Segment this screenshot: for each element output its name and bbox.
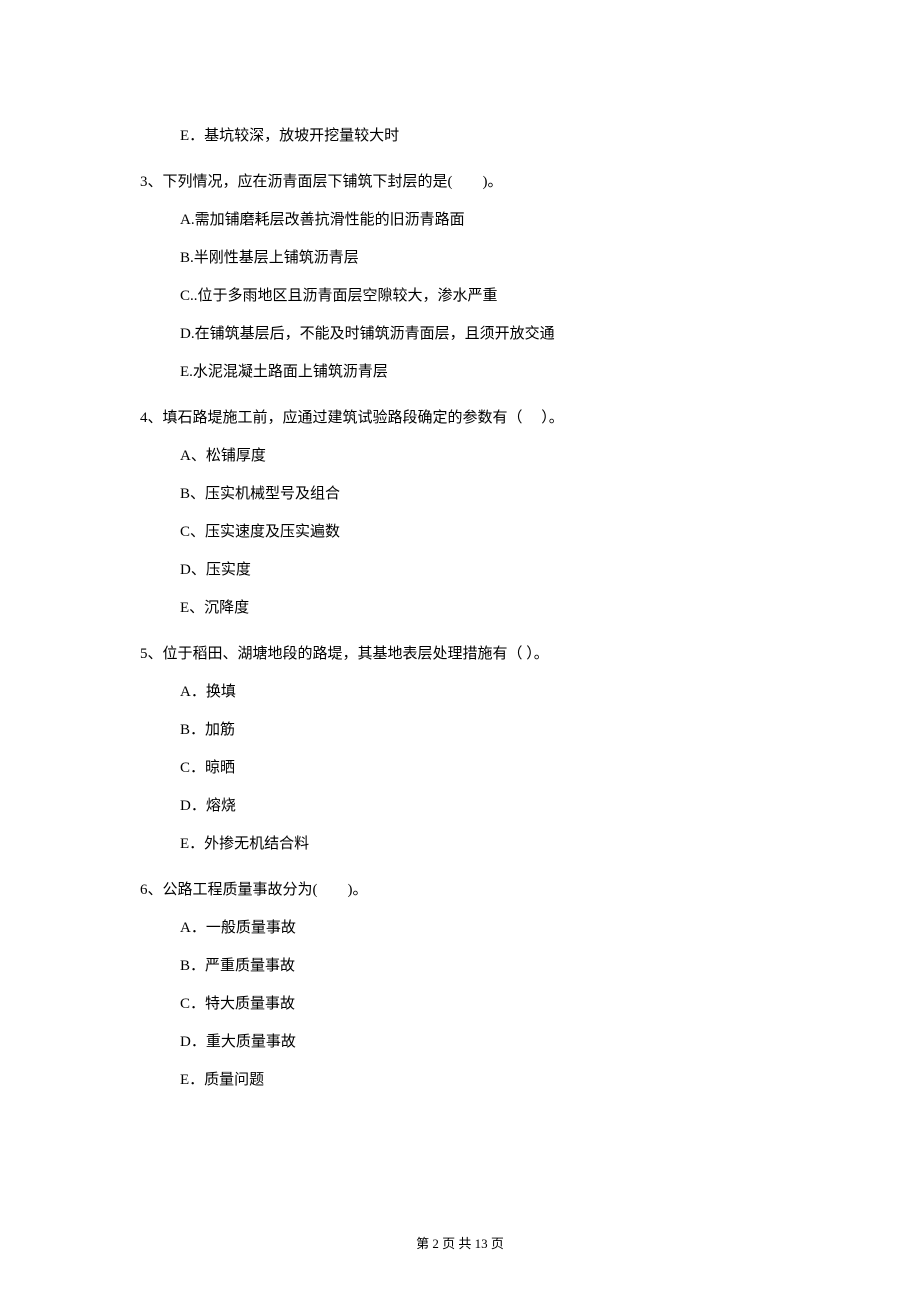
question-option: E．质量问题 <box>180 1068 780 1092</box>
page-content: E．基坑较深，放坡开挖量较大时 3、下列情况，应在沥青面层下铺筑下封层的是( )… <box>0 0 920 1166</box>
orphan-option: E．基坑较深，放坡开挖量较大时 <box>180 124 780 148</box>
question-option: C．特大质量事故 <box>180 992 780 1016</box>
question-option: A.需加铺磨耗层改善抗滑性能的旧沥青路面 <box>180 208 780 232</box>
question-stem: 5、位于稻田、湖塘地段的路堤，其基地表层处理措施有（ ）。 <box>140 642 780 666</box>
question-option: A、松铺厚度 <box>180 444 780 468</box>
question-stem: 3、下列情况，应在沥青面层下铺筑下封层的是( )。 <box>140 170 780 194</box>
page-footer: 第 2 页 共 13 页 <box>0 1233 920 1252</box>
question-option: B.半刚性基层上铺筑沥青层 <box>180 246 780 270</box>
question-option: E.水泥混凝土路面上铺筑沥青层 <box>180 360 780 384</box>
question-stem: 4、填石路堤施工前，应通过建筑试验路段确定的参数有（ ）。 <box>140 406 780 430</box>
question-option: B．加筋 <box>180 718 780 742</box>
question-option: D、压实度 <box>180 558 780 582</box>
question-option: D.在铺筑基层后，不能及时铺筑沥青面层，且须开放交通 <box>180 322 780 346</box>
question-option: E．外掺无机结合料 <box>180 832 780 856</box>
question-option: C．晾晒 <box>180 756 780 780</box>
question-option: C..位于多雨地区且沥青面层空隙较大，渗水严重 <box>180 284 780 308</box>
question-stem: 6、公路工程质量事故分为( )。 <box>140 878 780 902</box>
question-option: A．换填 <box>180 680 780 704</box>
question-option: B、压实机械型号及组合 <box>180 482 780 506</box>
question-option: D．熔烧 <box>180 794 780 818</box>
question-option: E、沉降度 <box>180 596 780 620</box>
question-option: A．一般质量事故 <box>180 916 780 940</box>
question-option: D．重大质量事故 <box>180 1030 780 1054</box>
question-option: C、压实速度及压实遍数 <box>180 520 780 544</box>
question-option: B．严重质量事故 <box>180 954 780 978</box>
